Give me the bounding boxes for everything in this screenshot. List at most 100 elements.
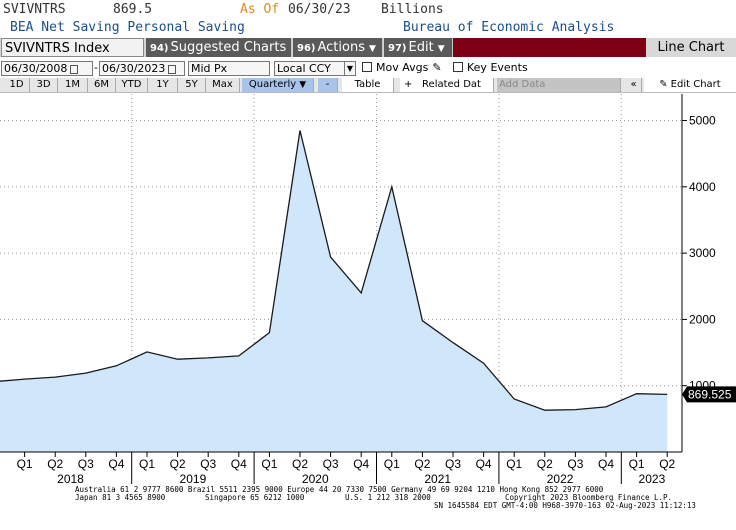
ticker-code: SVIVNTRS — [3, 2, 66, 17]
year-label: 2023 — [639, 472, 666, 486]
as-of-date: 06/30/23 — [288, 2, 351, 17]
related-data-label: Related Dat — [422, 79, 481, 90]
source-text: Bureau of Economic Analysis — [403, 20, 615, 35]
x-tick-label: Q4 — [231, 457, 247, 471]
range-bar: 1D 3D 1M 6M YTD 1Y 5Y Max Quarterly ▼ - T… — [0, 78, 736, 93]
minus-button[interactable]: - — [318, 78, 338, 92]
key-events-label: Key Events — [467, 61, 528, 74]
suggested-num: 94) — [150, 43, 169, 54]
chart-controls: 06/30/2008 - 06/30/2023 Mid Px Local CCY… — [0, 60, 736, 77]
y-tick-label: 4000 — [689, 180, 716, 194]
security-description: BEA Net Saving Personal Saving Bureau of… — [0, 19, 736, 37]
x-tick-label: Q1 — [261, 457, 277, 471]
year-label: 2022 — [547, 472, 574, 486]
year-label: 2018 — [57, 472, 84, 486]
x-tick-label: Q2 — [414, 457, 430, 471]
x-tick-label: Q2 — [170, 457, 186, 471]
edit-chart-button[interactable]: ✎ Edit Chart — [644, 78, 736, 92]
x-tick-label: Q1 — [629, 457, 645, 471]
x-tick-label: Q1 — [17, 457, 33, 471]
description-text: BEA Net Saving Personal Saving — [10, 20, 245, 35]
range-button-3d[interactable]: 3D — [30, 78, 58, 92]
x-tick-label: Q3 — [567, 457, 583, 471]
field-input[interactable]: Mid Px — [188, 61, 270, 76]
mov-avgs-checkbox[interactable] — [362, 62, 372, 72]
accent-bar — [453, 38, 646, 57]
year-label: 2020 — [302, 472, 329, 486]
actions-num: 96) — [297, 43, 316, 54]
mov-avgs-label: Mov Avgs — [376, 61, 429, 74]
end-date-value: 06/30/2023 — [102, 62, 166, 75]
range-button-ytd[interactable]: YTD — [116, 78, 148, 92]
security-header: SVIVNTRS 869.5 As Of 06/30/23 Billions — [0, 0, 736, 20]
x-tick-label: Q1 — [384, 457, 400, 471]
related-data-button[interactable]: + Related Dat — [400, 78, 494, 92]
frequency-select[interactable]: Quarterly ▼ — [242, 78, 314, 92]
x-tick-label: Q1 — [139, 457, 155, 471]
actions-menu-button[interactable]: 96) Actions ▼ — [293, 38, 383, 57]
currency-value: Local CCY — [277, 62, 331, 75]
x-tick-label: Q2 — [292, 457, 308, 471]
x-tick-label: Q3 — [323, 457, 339, 471]
footer-us: U.S. 1 212 318 2000 — [345, 493, 431, 502]
chevron-down-icon: ▼ — [437, 44, 445, 54]
year-label: 2021 — [424, 472, 451, 486]
x-tick-label: Q4 — [598, 457, 614, 471]
start-date-value: 06/30/2008 — [4, 62, 68, 75]
x-tick-label: Q3 — [200, 457, 216, 471]
edit-label: Edit — [408, 40, 434, 55]
collapse-icon[interactable]: « — [626, 78, 642, 92]
range-button-max[interactable]: Max — [206, 78, 240, 92]
mov-avgs-toggle[interactable]: Mov Avgs ✎ — [362, 61, 442, 76]
x-tick-label: Q3 — [78, 457, 94, 471]
units-label: Billions — [381, 2, 444, 17]
key-events-checkbox[interactable] — [453, 62, 463, 72]
year-label: 2019 — [180, 472, 207, 486]
y-tick-label: 5000 — [689, 114, 716, 128]
x-tick-label: Q4 — [353, 457, 369, 471]
x-tick-label: Q1 — [506, 457, 522, 471]
chevron-down-icon: ▼ — [369, 44, 376, 54]
x-tick-label: Q4 — [476, 457, 492, 471]
pencil-icon: ✎ — [659, 79, 668, 90]
y-tick-label: 3000 — [689, 246, 716, 260]
x-tick-label: Q3 — [445, 457, 461, 471]
start-date-field[interactable]: 06/30/2008 — [1, 61, 93, 76]
as-of-label: As Of — [240, 2, 280, 17]
footer-singapore: Singapore 65 6212 1000 — [205, 493, 305, 502]
plus-icon: + — [404, 79, 413, 90]
edit-chart-label: Edit Chart — [670, 79, 721, 90]
table-button[interactable]: Table — [342, 78, 394, 92]
suggested-label: Suggested Charts — [170, 40, 287, 55]
range-button-1y[interactable]: 1Y — [148, 78, 178, 92]
range-button-5y[interactable]: 5Y — [178, 78, 206, 92]
x-tick-label: Q4 — [108, 457, 124, 471]
range-button-1m[interactable]: 1M — [58, 78, 88, 92]
edit-num: 97) — [388, 43, 407, 54]
edit-menu-button[interactable]: 97) Edit ▼ — [384, 38, 453, 57]
security-input[interactable]: SVIVNTRS Index — [1, 38, 144, 57]
footer-japan: Japan 81 3 4565 8900 — [75, 493, 166, 502]
x-tick-label: Q2 — [659, 457, 675, 471]
saving-chart[interactable]: 10002000300040005000 Q1 Q2 Q3 Q4 Q1 Q2 Q3 Q4 Q1 Q… — [0, 94, 736, 486]
x-axis: Q1 Q2 Q3 Q4 Q1 Q2 Q3 Q4 Q1 Q2 Q3 Q4 Q1 Q2 Q3 Q4 Q1 Q2 Q3 Q4… — [0, 451, 682, 486]
pencil-icon[interactable]: ✎ — [432, 61, 441, 74]
end-date-field[interactable]: 06/30/2023 — [99, 61, 185, 76]
key-events-toggle[interactable]: Key Events — [453, 61, 528, 76]
suggested-charts-button[interactable]: 94) Suggested Charts — [146, 38, 292, 57]
actions-label: Actions — [317, 40, 366, 55]
calendar-icon[interactable] — [70, 64, 79, 74]
range-button-1d[interactable]: 1D — [4, 78, 30, 92]
last-value-marker: 869.525 — [682, 386, 736, 403]
add-data-input[interactable]: Add Data — [497, 78, 621, 92]
last-value: 869.5 — [113, 2, 153, 17]
x-tick-label: Q2 — [537, 457, 553, 471]
main-toolbar: SVIVNTRS Index 94) Suggested Charts 96) Ac… — [0, 38, 736, 57]
currency-select[interactable]: Local CCY ▼ — [274, 61, 356, 76]
chart-type-label: Line Chart — [646, 38, 736, 57]
calendar-icon[interactable] — [168, 64, 177, 74]
chevron-down-icon: ▼ — [344, 62, 355, 75]
last-value-label: 869.525 — [688, 387, 732, 401]
chevron-down-icon: ▼ — [299, 80, 307, 90]
range-button-6m[interactable]: 6M — [88, 78, 116, 92]
